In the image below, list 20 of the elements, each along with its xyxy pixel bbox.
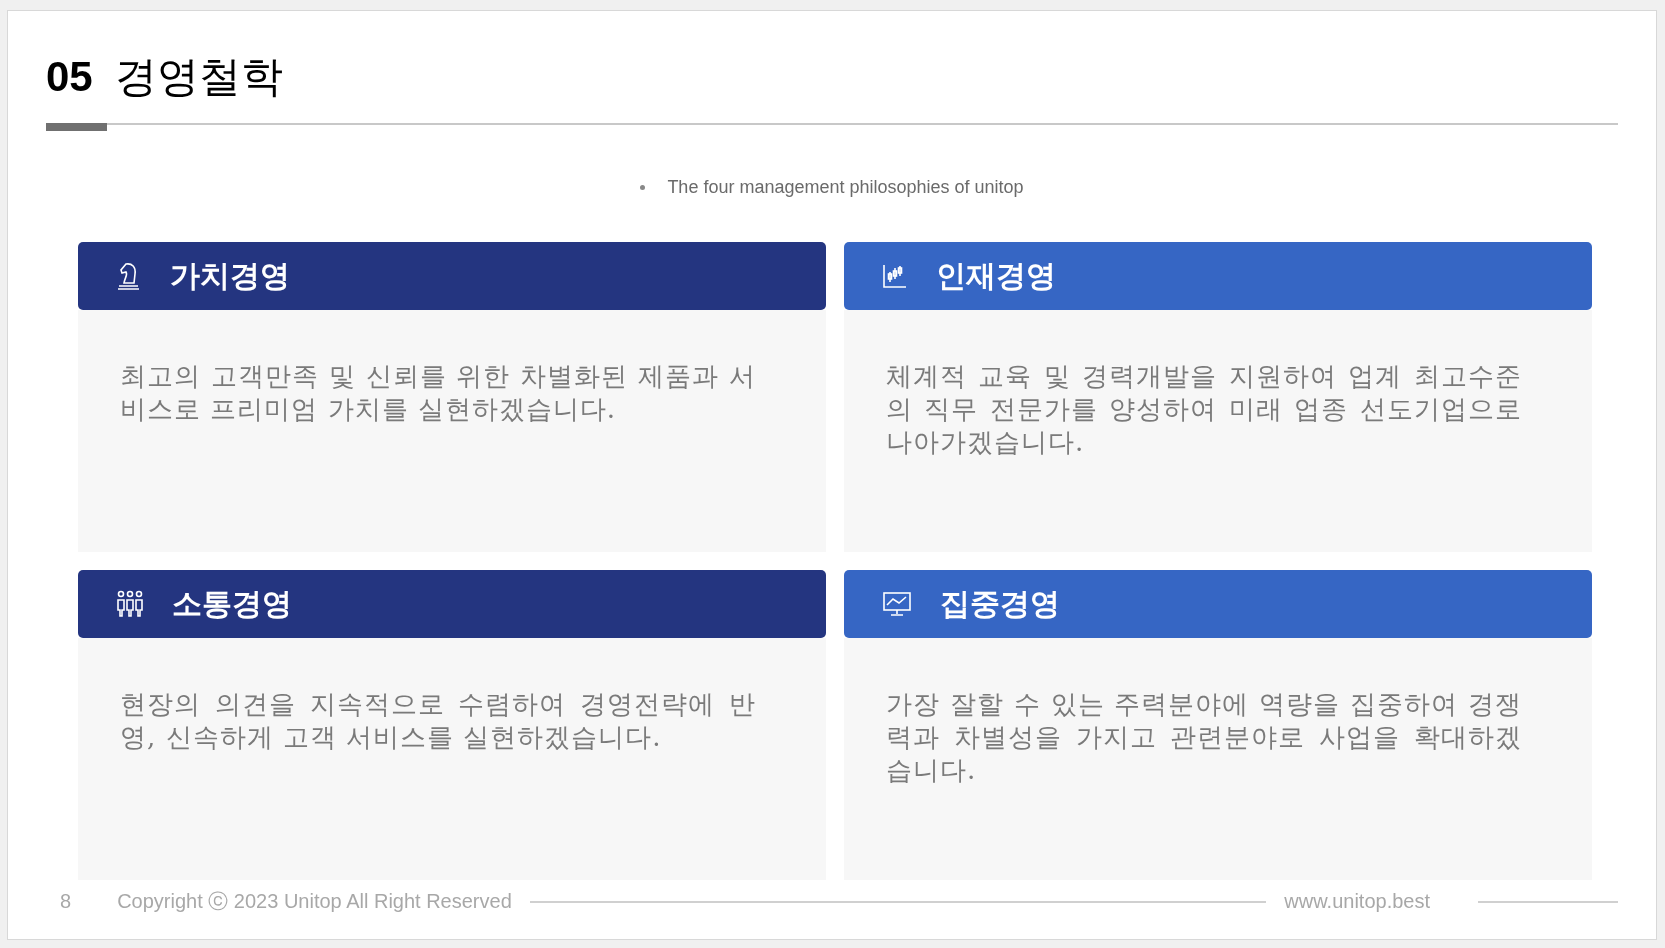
subtitle: The four management philosophies of unitop xyxy=(667,177,1024,198)
card-description: 체계적 교육 및 경력개발을 지원하여 업계 최고수준의 직무 전문가를 양성하여 미래 업종 선도기업으로 나아가겠습니다. xyxy=(886,360,1522,459)
card-description: 최고의 고객만족 및 신뢰를 위한 차별화된 제품과 서비스로 프리미엄 가치를 실현하겠습니다. xyxy=(120,360,756,426)
page-number: 8 xyxy=(60,890,72,913)
bullet-dot xyxy=(640,185,646,190)
title-accent-bar xyxy=(46,123,107,131)
card-description: 가장 잘할 수 있는 주력분야에 역량을 집중하여 경쟁력과 차별성을 가지고 관련분야로 사업을 확대하겠습니다. xyxy=(886,688,1522,787)
slide-title: 경영철학 xyxy=(114,52,283,102)
card-title: 가치경영 xyxy=(170,257,290,294)
section-number: 05 xyxy=(46,53,93,101)
card-description: 현장의 의견을 지속적으로 수렴하여 경영전략에 반영, 신속하게 고객 서비스를 실현하겠습니다. xyxy=(120,688,756,754)
card-title: 소통경영 xyxy=(172,585,292,622)
monitor-chart-icon xyxy=(882,591,912,617)
candlestick-chart-icon xyxy=(882,263,908,289)
card-title: 집중경영 xyxy=(940,585,1060,622)
copyright-text: Copyright ⓒ 2023 Unitop All Right Reserved xyxy=(117,889,512,914)
chess-knight-icon xyxy=(116,261,142,291)
website-url: www.unitop.best xyxy=(1284,890,1430,913)
card-title: 인재경영 xyxy=(936,257,1056,294)
people-group-icon xyxy=(116,590,144,618)
